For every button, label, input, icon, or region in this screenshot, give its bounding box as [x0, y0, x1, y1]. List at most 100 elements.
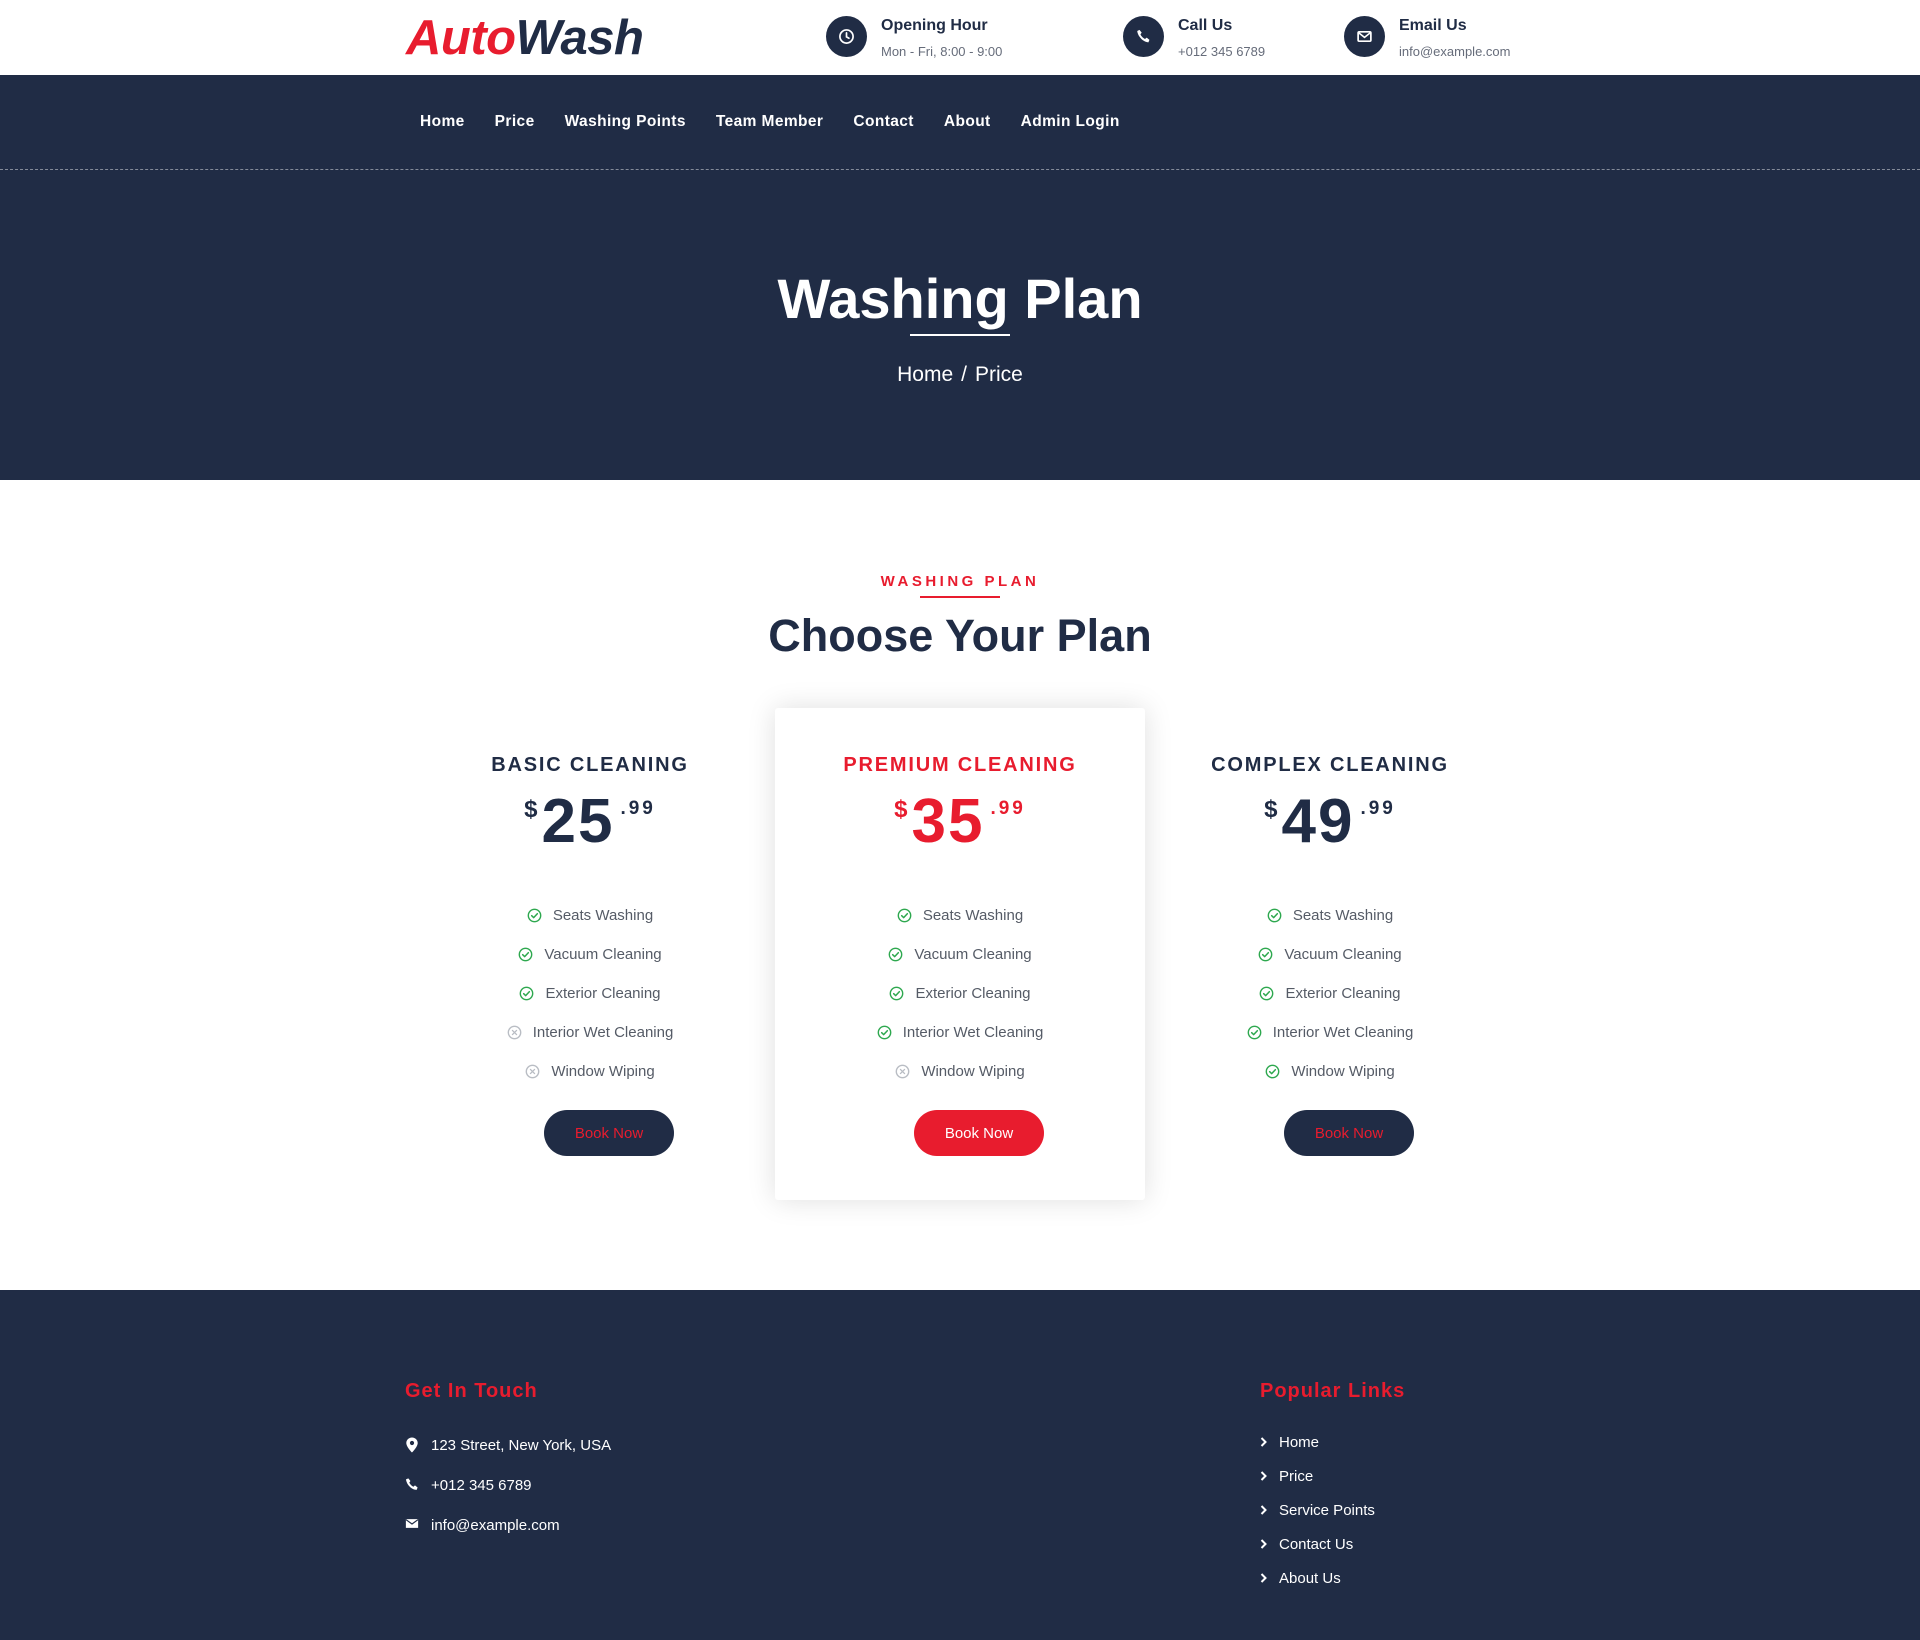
feature-item: Window Wiping: [1145, 1052, 1515, 1091]
feature-item: Exterior Cleaning: [1145, 974, 1515, 1013]
main-navbar: Home Price Washing Points Team Member Co…: [0, 75, 1920, 170]
clock-icon: [826, 16, 867, 57]
price-amount: 49: [1281, 787, 1355, 856]
feature-label: Exterior Cleaning: [545, 985, 661, 1002]
breadcrumb-current[interactable]: Price: [975, 363, 1023, 386]
plan-name: PREMIUM CLEANING: [843, 754, 1077, 776]
feature-label: Vacuum Cleaning: [914, 946, 1032, 963]
feature-item: Exterior Cleaning: [405, 974, 775, 1013]
feature-item: Seats Washing: [775, 896, 1145, 935]
footer-link-item: Home: [1260, 1425, 1405, 1459]
price-currency: $: [1264, 796, 1278, 823]
breadcrumb-home[interactable]: Home: [897, 363, 953, 386]
plan-card-basic: BASIC CLEANING $ 25 .99 Seats Washing Va…: [405, 708, 775, 1200]
chevron-right-icon: [1260, 1437, 1268, 1447]
nav-admin-login[interactable]: Admin Login: [1021, 113, 1120, 131]
envelope-icon: [405, 1517, 419, 1533]
footer-email: info@example.com: [405, 1505, 611, 1545]
main-nav: Home Price Washing Points Team Member Co…: [420, 113, 1150, 131]
opening-hour-info: Opening Hour Mon - Fri, 8:00 - 9:00: [826, 16, 1002, 59]
top-bar: AutoWash Opening Hour Mon - Fri, 8:00 - …: [0, 0, 1920, 75]
breadcrumb: Home / Price: [0, 363, 1920, 387]
check-circle-icon: [1265, 1064, 1280, 1079]
plan-card-premium: PREMIUM CLEANING $ 35 .99 Seats Washing …: [775, 708, 1145, 1200]
footer-link-item: Price: [1260, 1459, 1405, 1493]
feature-item: Seats Washing: [1145, 896, 1515, 935]
section-title: Choose Your Plan: [768, 610, 1152, 661]
footer-link-service-points[interactable]: Service Points: [1279, 1502, 1375, 1519]
check-circle-icon: [877, 1025, 892, 1040]
opening-hour-title: Opening Hour: [881, 17, 988, 34]
feature-item: Interior Wet Cleaning: [1145, 1013, 1515, 1052]
footer-link-item: About Us: [1260, 1561, 1405, 1595]
feature-item: Interior Wet Cleaning: [405, 1013, 775, 1052]
check-circle-icon: [527, 908, 542, 923]
chevron-right-icon: [1260, 1539, 1268, 1549]
check-circle-icon: [897, 908, 912, 923]
nav-about[interactable]: About: [944, 113, 991, 131]
x-circle-icon: [525, 1064, 540, 1079]
nav-home[interactable]: Home: [420, 113, 465, 131]
plan-card-complex: COMPLEX CLEANING $ 49 .99 Seats Washing …: [1145, 708, 1515, 1200]
feature-label: Exterior Cleaning: [915, 985, 1031, 1002]
price-cents: .99: [620, 798, 656, 819]
plan-price: $ 49 .99: [1145, 790, 1515, 854]
call-us-info: Call Us +012 345 6789: [1123, 16, 1265, 59]
feature-label: Window Wiping: [551, 1063, 655, 1080]
nav-washing-points[interactable]: Washing Points: [565, 113, 686, 131]
title-underline: [910, 334, 1010, 336]
footer-address-text: 123 Street, New York, USA: [431, 1436, 612, 1454]
call-us-title: Call Us: [1178, 17, 1233, 34]
plan-price: $ 25 .99: [405, 790, 775, 854]
price-currency: $: [524, 796, 538, 823]
footer-link-item: Service Points: [1260, 1493, 1405, 1527]
footer-link-about-us[interactable]: About Us: [1279, 1570, 1341, 1587]
feature-label: Window Wiping: [921, 1063, 1025, 1080]
footer-email-text: info@example.com: [431, 1516, 560, 1534]
footer-link-home[interactable]: Home: [1279, 1434, 1319, 1451]
email-us-info: Email Us info@example.com: [1344, 16, 1510, 59]
feature-label: Seats Washing: [922, 907, 1024, 924]
feature-label: Window Wiping: [1291, 1063, 1395, 1080]
feature-list: Seats Washing Vacuum Cleaning Exterior C…: [405, 896, 775, 1091]
brand-logo[interactable]: AutoWash: [406, 10, 644, 66]
plan-name: BASIC CLEANING: [491, 754, 689, 776]
feature-item: Window Wiping: [775, 1052, 1145, 1091]
book-now-button[interactable]: Book Now: [1284, 1110, 1414, 1156]
section-label-underline: [920, 596, 1000, 598]
opening-hour-detail: Mon - Fri, 8:00 - 9:00: [881, 44, 1003, 59]
price-amount: 35: [911, 787, 985, 856]
footer-link-item: Contact Us: [1260, 1527, 1405, 1561]
check-circle-icon: [518, 947, 533, 962]
footer-link-price[interactable]: Price: [1279, 1468, 1313, 1485]
map-marker-icon: [405, 1437, 419, 1453]
breadcrumb-separator: /: [961, 363, 967, 386]
feature-item: Vacuum Cleaning: [405, 935, 775, 974]
nav-team-member[interactable]: Team Member: [716, 113, 823, 131]
price-cents: .99: [990, 798, 1026, 819]
feature-label: Interior Wet Cleaning: [902, 1024, 1044, 1041]
book-now-button[interactable]: Book Now: [914, 1110, 1044, 1156]
brand-logo-part2: Wash: [515, 11, 644, 65]
feature-item: Seats Washing: [405, 896, 775, 935]
nav-contact[interactable]: Contact: [853, 113, 914, 131]
book-now-button[interactable]: Book Now: [544, 1110, 674, 1156]
feature-item: Interior Wet Cleaning: [775, 1013, 1145, 1052]
nav-price[interactable]: Price: [495, 113, 535, 131]
footer-link-contact-us[interactable]: Contact Us: [1279, 1536, 1353, 1553]
chevron-right-icon: [1260, 1573, 1268, 1583]
check-circle-icon: [1259, 986, 1274, 1001]
feature-list: Seats Washing Vacuum Cleaning Exterior C…: [775, 896, 1145, 1091]
check-circle-icon: [1258, 947, 1273, 962]
check-circle-icon: [1267, 908, 1282, 923]
x-circle-icon: [507, 1025, 522, 1040]
price-cents: .99: [1360, 798, 1396, 819]
brand-logo-part1: Auto: [406, 11, 516, 65]
plan-price: $ 35 .99: [775, 790, 1145, 854]
footer: Get In Touch 123 Street, New York, USA +…: [0, 1290, 1920, 1640]
x-circle-icon: [895, 1064, 910, 1079]
footer-phone-text: +012 345 6789: [431, 1476, 532, 1494]
feature-list: Seats Washing Vacuum Cleaning Exterior C…: [1145, 896, 1515, 1091]
feature-label: Seats Washing: [1292, 907, 1394, 924]
price-amount: 25: [541, 787, 615, 856]
